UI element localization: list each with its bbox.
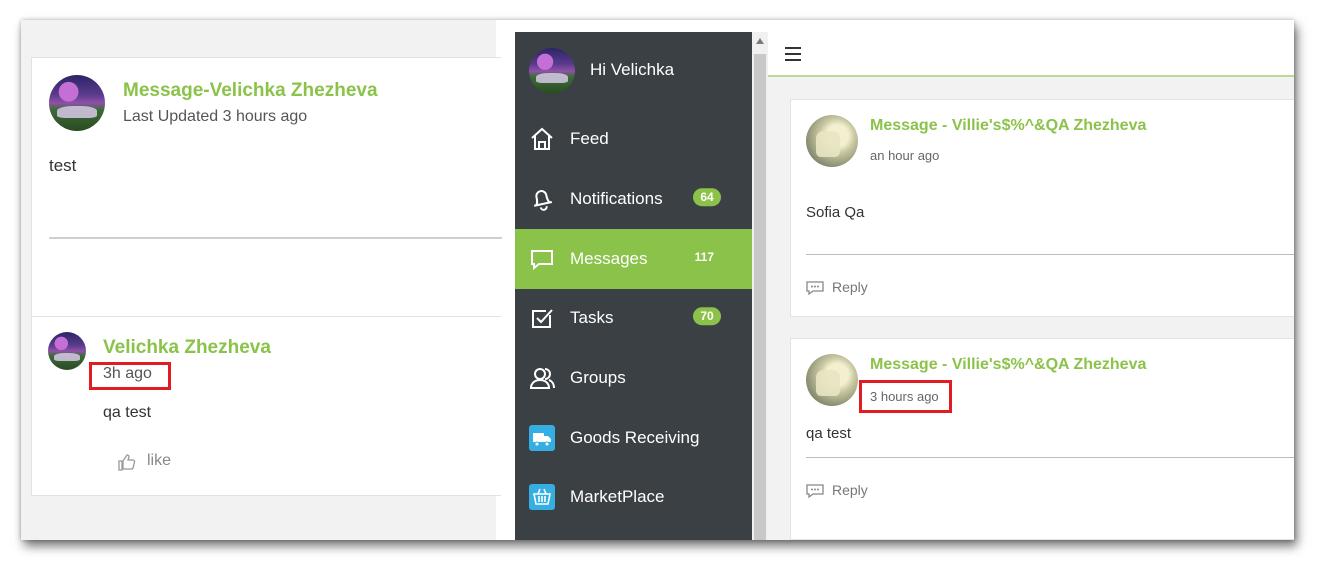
- sidebar-item-label: Notifications: [570, 189, 663, 208]
- post-body: test: [49, 156, 77, 175]
- sidebar-item-label: MarketPlace: [570, 487, 665, 506]
- basket-icon: [529, 484, 555, 510]
- sidebar-item-notifications[interactable]: Notifications 64: [515, 169, 752, 229]
- message-card: Message - Villie's$%^&QA Zhezheva 3 hour…: [790, 338, 1294, 540]
- post-card: Message-Velichka Zhezheva Last Updated 3…: [31, 57, 502, 317]
- sidebar-item-label: Goods Receiving: [570, 428, 700, 447]
- message-card: Message - Villie's$%^&QA Zhezheva an hou…: [790, 99, 1294, 317]
- scroll-up-arrow-icon[interactable]: [756, 38, 764, 44]
- highlight-box: [859, 380, 952, 413]
- message-title[interactable]: Message - Villie's$%^&QA Zhezheva: [870, 117, 1146, 135]
- bell-icon: [534, 190, 553, 211]
- sender-avatar[interactable]: [806, 115, 858, 167]
- left-feed-panel: Message-Velichka Zhezheva Last Updated 3…: [21, 20, 502, 540]
- reply-chat-icon: [806, 281, 824, 296]
- sidebar-nav: Hi Velichka Feed Notifications 64 Messag…: [515, 32, 752, 540]
- chat-icon: [531, 250, 553, 271]
- sidebar-item-marketplace[interactable]: MarketPlace: [515, 467, 752, 527]
- message-title[interactable]: Message - Villie's$%^&QA Zhezheva: [870, 356, 1146, 374]
- sidebar-scrollbar[interactable]: [752, 32, 768, 540]
- message-divider: [806, 457, 1294, 458]
- sidebar-item-feed[interactable]: Feed: [515, 109, 752, 169]
- sidebar-item-messages[interactable]: Messages 117: [515, 229, 752, 289]
- greeting-text: Hi Velichka: [590, 60, 675, 79]
- sidebar-item-label: Groups: [570, 368, 626, 387]
- sidebar-item-tasks[interactable]: Tasks 70: [515, 288, 752, 348]
- commenter-avatar[interactable]: [48, 332, 86, 370]
- truck-icon: [529, 425, 555, 451]
- author-avatar[interactable]: [49, 75, 105, 131]
- reply-button[interactable]: Reply: [806, 279, 886, 299]
- groups-icon: [529, 368, 555, 389]
- comment-text: qa test: [103, 404, 152, 421]
- home-icon: [531, 127, 553, 150]
- reply-label: Reply: [832, 482, 868, 498]
- reply-chat-icon: [806, 484, 824, 499]
- thumbs-up-icon: [118, 454, 136, 471]
- sidebar-item-goods-receiving[interactable]: Goods Receiving: [515, 408, 752, 468]
- sidebar-item-groups[interactable]: Groups: [515, 348, 752, 408]
- user-profile[interactable]: Hi Velichka: [515, 32, 752, 108]
- top-bar: [768, 32, 1294, 77]
- message-body: Sofia Qa: [806, 204, 865, 221]
- like-label: like: [147, 452, 172, 469]
- message-body: qa test: [806, 425, 852, 442]
- reply-button[interactable]: Reply: [806, 482, 886, 502]
- scrollbar-thumb[interactable]: [754, 54, 766, 540]
- message-time: an hour ago: [870, 148, 940, 163]
- post-divider: [49, 237, 502, 239]
- sidebar-item-label: Feed: [570, 129, 609, 148]
- comment-card: Velichka Zhezheva 3h ago qa test like: [31, 316, 501, 496]
- hamburger-icon[interactable]: [785, 47, 801, 61]
- message-divider: [806, 254, 1294, 255]
- post-title[interactable]: Message-Velichka Zhezheva: [123, 80, 378, 102]
- tasks-check-icon: [532, 309, 553, 328]
- screenshot-frame: Message-Velichka Zhezheva Last Updated 3…: [21, 20, 1294, 540]
- post-updated-time: Last Updated 3 hours ago: [123, 108, 308, 125]
- tasks-badge: 70: [693, 307, 721, 326]
- highlight-box: [89, 362, 171, 390]
- messages-panel: Message - Villie's$%^&QA Zhezheva an hou…: [768, 32, 1294, 540]
- sender-avatar[interactable]: [806, 354, 858, 406]
- reply-label: Reply: [832, 279, 868, 295]
- notifications-badge: 64: [693, 188, 721, 207]
- messages-badge: 117: [694, 250, 714, 265]
- user-avatar: [529, 48, 575, 94]
- comment-author[interactable]: Velichka Zhezheva: [103, 337, 271, 359]
- sidebar-item-label: Tasks: [570, 308, 614, 327]
- sidebar-item-label: Messages: [570, 249, 648, 268]
